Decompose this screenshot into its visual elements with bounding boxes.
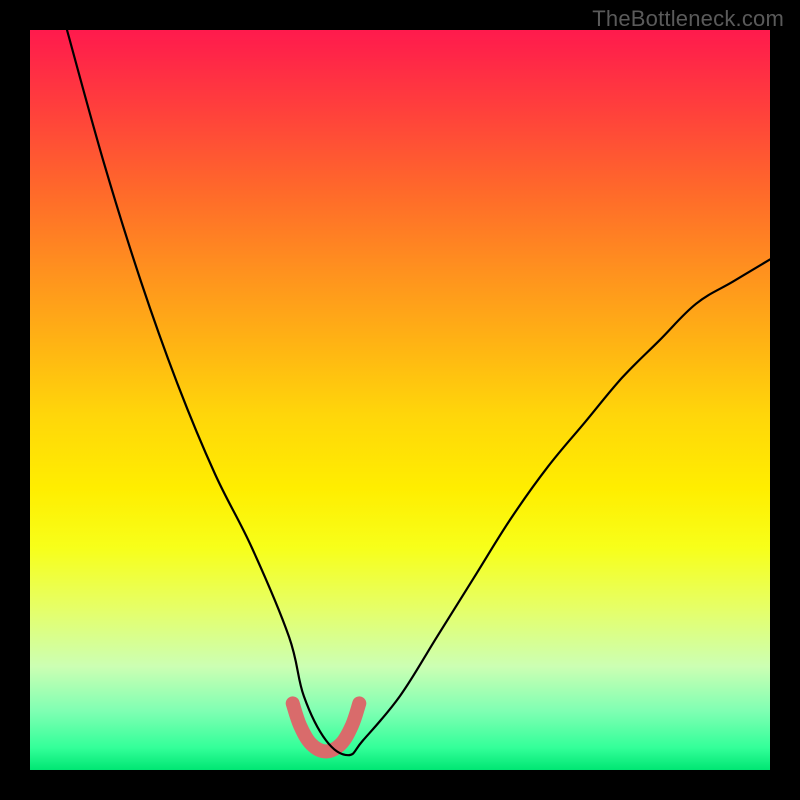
curve-layer <box>30 30 770 770</box>
plot-area <box>30 30 770 770</box>
watermark-text: TheBottleneck.com <box>592 6 784 32</box>
optimal-band-line <box>293 703 360 751</box>
bottleneck-curve-line <box>67 30 770 755</box>
chart-frame: TheBottleneck.com <box>0 0 800 800</box>
